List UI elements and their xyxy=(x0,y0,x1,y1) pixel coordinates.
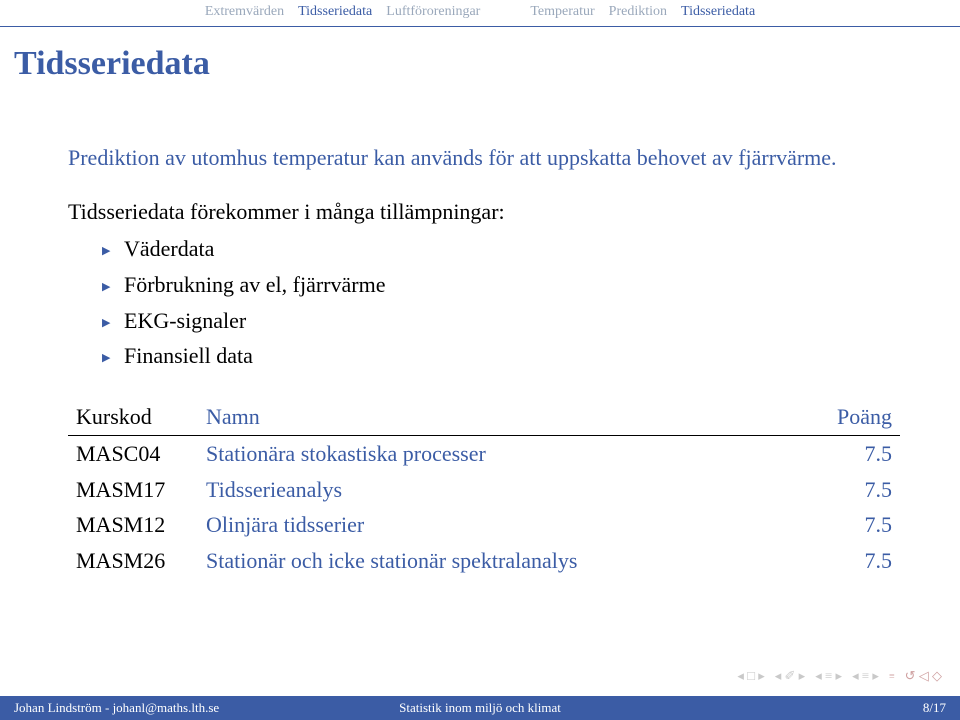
page-title: Tidsseriedata xyxy=(14,45,960,83)
nav-first-icon[interactable]: ◂ □ ▸ xyxy=(737,668,764,684)
cell-pts: 7.5 xyxy=(810,543,900,579)
applications-list: Väderdata Förbrukning av el, fjärrvärme … xyxy=(68,234,900,371)
list-item: Finansiell data xyxy=(102,341,900,371)
cell-code: MASM12 xyxy=(68,507,198,543)
nav-loop-icon[interactable]: ↺ ◁ ◇ xyxy=(905,668,942,684)
nav-prev-slide-icon[interactable]: ◂ ≡ ▸ xyxy=(815,668,842,684)
footer-bar: Johan Lindström - johanl@maths.lth.se St… xyxy=(0,696,960,720)
header-poang: Poäng xyxy=(810,399,900,435)
intro-paragraph: Prediktion av utomhus temperatur kan anv… xyxy=(68,143,900,173)
nav-next-slide-icon[interactable]: ◂ ≡ ▸ xyxy=(852,668,879,684)
footer-page: 8/17 xyxy=(923,700,946,716)
list-item: EKG-signaler xyxy=(102,306,900,336)
cell-pts: 7.5 xyxy=(810,507,900,543)
nav-prev-section-icon[interactable]: ◂ ✐ ▸ xyxy=(775,668,805,684)
nav-left-group: Extremvärden Tidsseriedata Luftförorenin… xyxy=(205,4,481,20)
nav-right-group: Temperatur Prediktion Tidsseriedata xyxy=(530,4,755,20)
nav-item-tidsseriedata-sub[interactable]: Tidsseriedata xyxy=(681,4,755,20)
table-header-row: Kurskod Namn Poäng xyxy=(68,399,900,435)
header-namn: Namn xyxy=(198,399,810,435)
footer-title: Statistik inom miljö och klimat xyxy=(399,700,561,716)
list-item: Förbrukning av el, fjärrvärme xyxy=(102,270,900,300)
footer-author: Johan Lindström - johanl@maths.lth.se xyxy=(14,700,219,716)
nav-item-luftfororeningar[interactable]: Luftföroreningar xyxy=(386,4,480,20)
cell-name: Olinjära tidsserier xyxy=(198,507,810,543)
header-kurskod: Kurskod xyxy=(68,399,198,435)
list-item: Väderdata xyxy=(102,234,900,264)
cell-name: Tidsserieanalys xyxy=(198,472,810,508)
cell-code: MASC04 xyxy=(68,436,198,472)
cell-pts: 7.5 xyxy=(810,436,900,472)
table-row: MASM26 Stationär och icke stationär spek… xyxy=(68,543,900,579)
cell-name: Stationära stokastiska processer xyxy=(198,436,810,472)
main-content: Prediktion av utomhus temperatur kan anv… xyxy=(0,83,960,579)
table-row: MASM12 Olinjära tidsserier 7.5 xyxy=(68,507,900,543)
nav-item-tidsseriedata[interactable]: Tidsseriedata xyxy=(298,4,372,20)
nav-item-prediktion[interactable]: Prediktion xyxy=(609,4,667,20)
course-table: Kurskod Namn Poäng MASC04 Stationära sto… xyxy=(68,399,900,578)
nav-mode-icon[interactable]: ≡ xyxy=(889,671,895,682)
nav-item-temperatur[interactable]: Temperatur xyxy=(530,4,594,20)
beamer-nav-controls: ◂ □ ▸ ◂ ✐ ▸ ◂ ≡ ▸ ◂ ≡ ▸ ≡ ↺ ◁ ◇ xyxy=(737,668,942,684)
table-row: MASM17 Tidsserieanalys 7.5 xyxy=(68,472,900,508)
section-nav: Extremvärden Tidsseriedata Luftförorenin… xyxy=(0,0,960,26)
cell-name: Stationär och icke stationär spektralana… xyxy=(198,543,810,579)
cell-code: MASM26 xyxy=(68,543,198,579)
nav-divider xyxy=(0,26,960,27)
nav-item-extremvarden[interactable]: Extremvärden xyxy=(205,4,284,20)
cell-code: MASM17 xyxy=(68,472,198,508)
table-row: MASC04 Stationära stokastiska processer … xyxy=(68,436,900,472)
applications-lead: Tidsseriedata förekommer i många tillämp… xyxy=(68,197,900,227)
cell-pts: 7.5 xyxy=(810,472,900,508)
